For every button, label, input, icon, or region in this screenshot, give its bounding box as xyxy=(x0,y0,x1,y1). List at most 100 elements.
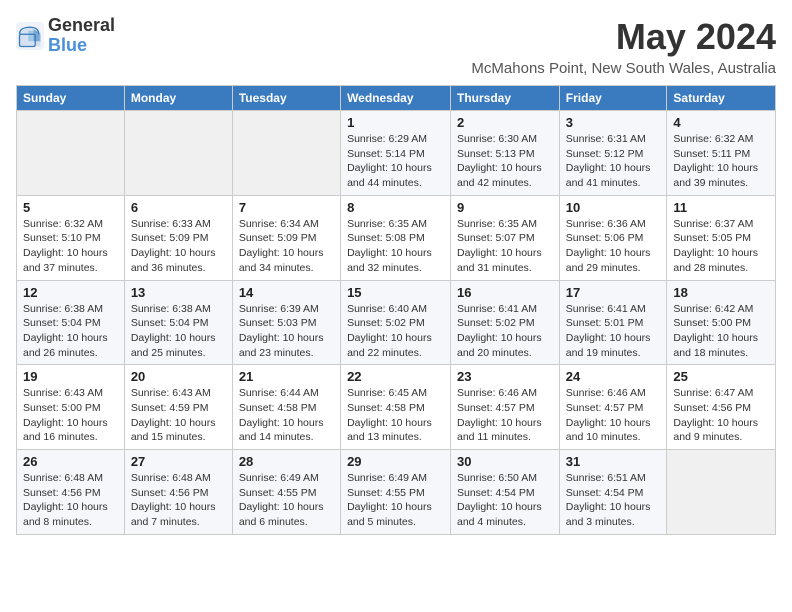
calendar-cell: 31Sunrise: 6:51 AM Sunset: 4:54 PM Dayli… xyxy=(559,450,667,535)
day-info: Sunrise: 6:46 AM Sunset: 4:57 PM Dayligh… xyxy=(457,386,553,445)
day-info: Sunrise: 6:34 AM Sunset: 5:09 PM Dayligh… xyxy=(239,217,334,276)
day-number: 2 xyxy=(457,115,553,130)
location-title: McMahons Point, New South Wales, Austral… xyxy=(471,60,776,77)
calendar-cell: 27 Sunrise: 6:48 AM Sunset: 4:56 PM Dayli… xyxy=(124,450,232,535)
day-info: Sunrise: 6:39 AM Sunset: 5:03 PM Dayligh… xyxy=(239,302,334,361)
day-header-sunday: Sunday xyxy=(17,86,125,111)
day-info: Sunrise: 6:31 AM Sunset: 5:12 PM Dayligh… xyxy=(566,132,661,191)
day-number: 9 xyxy=(457,200,553,215)
calendar-cell: 18Sunrise: 6:42 AM Sunset: 5:00 PM Dayli… xyxy=(667,280,776,365)
day-info: Sunrise: 6:48 AM Sunset: 4:56 PM Dayligh… xyxy=(23,471,118,530)
day-number: 23 xyxy=(457,369,553,384)
calendar-cell: 1 Sunrise: 6:29 AM Sunset: 5:14 PM Daylig… xyxy=(341,111,451,196)
day-info: Sunrise: 6:44 AM Sunset: 4:58 PM Dayligh… xyxy=(239,386,334,445)
calendar-cell: 25 Sunrise: 6:47 AM Sunset: 4:56 PM Dayli… xyxy=(667,365,776,450)
calendar-cell: 9 Sunrise: 6:35 AM Sunset: 5:07 PM Daylig… xyxy=(451,195,560,280)
calendar-cell: 8Sunrise: 6:35 AM Sunset: 5:08 PM Daylig… xyxy=(341,195,451,280)
day-number: 25 xyxy=(673,369,769,384)
calendar-cell: 30Sunrise: 6:50 AM Sunset: 4:54 PM Dayli… xyxy=(451,450,560,535)
calendar-cell: 16 Sunrise: 6:41 AM Sunset: 5:02 PM Dayli… xyxy=(451,280,560,365)
day-number: 26 xyxy=(23,454,118,469)
calendar-body: 1 Sunrise: 6:29 AM Sunset: 5:14 PM Daylig… xyxy=(17,111,776,535)
calendar-cell: 28Sunrise: 6:49 AM Sunset: 4:55 PM Dayli… xyxy=(232,450,340,535)
day-number: 6 xyxy=(131,200,226,215)
day-number: 1 xyxy=(347,115,444,130)
day-info: Sunrise: 6:38 AM Sunset: 5:04 PM Dayligh… xyxy=(131,302,226,361)
day-info: Sunrise: 6:37 AM Sunset: 5:05 PM Dayligh… xyxy=(673,217,769,276)
day-number: 11 xyxy=(673,200,769,215)
day-info: Sunrise: 6:51 AM Sunset: 4:54 PM Dayligh… xyxy=(566,471,661,530)
calendar-cell: 29 Sunrise: 6:49 AM Sunset: 4:55 PM Dayli… xyxy=(341,450,451,535)
day-info: Sunrise: 6:35 AM Sunset: 5:07 PM Dayligh… xyxy=(457,217,553,276)
day-info: Sunrise: 6:48 AM Sunset: 4:56 PM Dayligh… xyxy=(131,471,226,530)
calendar-header-row: SundayMondayTuesdayWednesdayThursdayFrid… xyxy=(17,86,776,111)
calendar-cell xyxy=(232,111,340,196)
calendar-cell: 26 Sunrise: 6:48 AM Sunset: 4:56 PM Dayli… xyxy=(17,450,125,535)
calendar-week-0: 1 Sunrise: 6:29 AM Sunset: 5:14 PM Daylig… xyxy=(17,111,776,196)
day-number: 22 xyxy=(347,369,444,384)
calendar-week-3: 19 Sunrise: 6:43 AM Sunset: 5:00 PM Dayli… xyxy=(17,365,776,450)
calendar-cell: 19 Sunrise: 6:43 AM Sunset: 5:00 PM Dayli… xyxy=(17,365,125,450)
calendar-cell: 13 Sunrise: 6:38 AM Sunset: 5:04 PM Dayli… xyxy=(124,280,232,365)
calendar-cell: 6 Sunrise: 6:33 AM Sunset: 5:09 PM Daylig… xyxy=(124,195,232,280)
day-number: 13 xyxy=(131,285,226,300)
calendar-cell: 14 Sunrise: 6:39 AM Sunset: 5:03 PM Dayli… xyxy=(232,280,340,365)
day-info: Sunrise: 6:41 AM Sunset: 5:02 PM Dayligh… xyxy=(457,302,553,361)
day-info: Sunrise: 6:30 AM Sunset: 5:13 PM Dayligh… xyxy=(457,132,553,191)
day-info: Sunrise: 6:36 AM Sunset: 5:06 PM Dayligh… xyxy=(566,217,661,276)
day-number: 21 xyxy=(239,369,334,384)
day-info: Sunrise: 6:45 AM Sunset: 4:58 PM Dayligh… xyxy=(347,386,444,445)
day-number: 16 xyxy=(457,285,553,300)
day-number: 12 xyxy=(23,285,118,300)
day-number: 27 xyxy=(131,454,226,469)
day-header-monday: Monday xyxy=(124,86,232,111)
calendar-cell: 24 Sunrise: 6:46 AM Sunset: 4:57 PM Dayli… xyxy=(559,365,667,450)
calendar-cell: 12Sunrise: 6:38 AM Sunset: 5:04 PM Dayli… xyxy=(17,280,125,365)
calendar-cell: 22 Sunrise: 6:45 AM Sunset: 4:58 PM Dayli… xyxy=(341,365,451,450)
calendar-cell: 20Sunrise: 6:43 AM Sunset: 4:59 PM Dayli… xyxy=(124,365,232,450)
day-info: Sunrise: 6:40 AM Sunset: 5:02 PM Dayligh… xyxy=(347,302,444,361)
calendar-cell xyxy=(124,111,232,196)
day-info: Sunrise: 6:42 AM Sunset: 5:00 PM Dayligh… xyxy=(673,302,769,361)
day-number: 19 xyxy=(23,369,118,384)
day-info: Sunrise: 6:46 AM Sunset: 4:57 PM Dayligh… xyxy=(566,386,661,445)
title-block: May 2024 McMahons Point, New South Wales… xyxy=(471,16,776,77)
calendar-cell: 4 Sunrise: 6:32 AM Sunset: 5:11 PM Daylig… xyxy=(667,111,776,196)
calendar-cell: 23 Sunrise: 6:46 AM Sunset: 4:57 PM Dayli… xyxy=(451,365,560,450)
day-header-saturday: Saturday xyxy=(667,86,776,111)
calendar-cell: 7 Sunrise: 6:34 AM Sunset: 5:09 PM Daylig… xyxy=(232,195,340,280)
month-title: May 2024 xyxy=(471,16,776,58)
day-info: Sunrise: 6:47 AM Sunset: 4:56 PM Dayligh… xyxy=(673,386,769,445)
day-info: Sunrise: 6:29 AM Sunset: 5:14 PM Dayligh… xyxy=(347,132,444,191)
day-info: Sunrise: 6:43 AM Sunset: 5:00 PM Dayligh… xyxy=(23,386,118,445)
day-header-thursday: Thursday xyxy=(451,86,560,111)
day-info: Sunrise: 6:32 AM Sunset: 5:10 PM Dayligh… xyxy=(23,217,118,276)
calendar-cell: 17Sunrise: 6:41 AM Sunset: 5:01 PM Dayli… xyxy=(559,280,667,365)
calendar-cell: 21 Sunrise: 6:44 AM Sunset: 4:58 PM Dayli… xyxy=(232,365,340,450)
day-info: Sunrise: 6:49 AM Sunset: 4:55 PM Dayligh… xyxy=(239,471,334,530)
calendar-week-4: 26 Sunrise: 6:48 AM Sunset: 4:56 PM Dayli… xyxy=(17,450,776,535)
day-number: 3 xyxy=(566,115,661,130)
calendar-cell: 15Sunrise: 6:40 AM Sunset: 5:02 PM Dayli… xyxy=(341,280,451,365)
day-number: 20 xyxy=(131,369,226,384)
day-number: 8 xyxy=(347,200,444,215)
day-info: Sunrise: 6:32 AM Sunset: 5:11 PM Dayligh… xyxy=(673,132,769,191)
day-header-tuesday: Tuesday xyxy=(232,86,340,111)
day-info: Sunrise: 6:41 AM Sunset: 5:01 PM Dayligh… xyxy=(566,302,661,361)
calendar-cell xyxy=(667,450,776,535)
calendar-week-2: 12 Sunrise: 6:38 AM Sunset: 5:04 PM Dayli… xyxy=(17,280,776,365)
day-number: 14 xyxy=(239,285,334,300)
day-number: 29 xyxy=(347,454,444,469)
day-info: Sunrise: 6:49 AM Sunset: 4:55 PM Dayligh… xyxy=(347,471,444,530)
logo-icon xyxy=(16,22,44,50)
day-number: 4 xyxy=(673,115,769,130)
calendar-cell: 10Sunrise: 6:36 AM Sunset: 5:06 PM Dayli… xyxy=(559,195,667,280)
day-header-wednesday: Wednesday xyxy=(341,86,451,111)
day-info: Sunrise: 6:33 AM Sunset: 5:09 PM Dayligh… xyxy=(131,217,226,276)
calendar-table: SundayMondayTuesdayWednesdayThursdayFrid… xyxy=(16,85,776,535)
day-number: 24 xyxy=(566,369,661,384)
calendar-cell: 3 Sunrise: 6:31 AM Sunset: 5:12 PM Daylig… xyxy=(559,111,667,196)
day-number: 7 xyxy=(239,200,334,215)
day-info: Sunrise: 6:50 AM Sunset: 4:54 PM Dayligh… xyxy=(457,471,553,530)
logo-text: General Blue xyxy=(48,16,115,56)
